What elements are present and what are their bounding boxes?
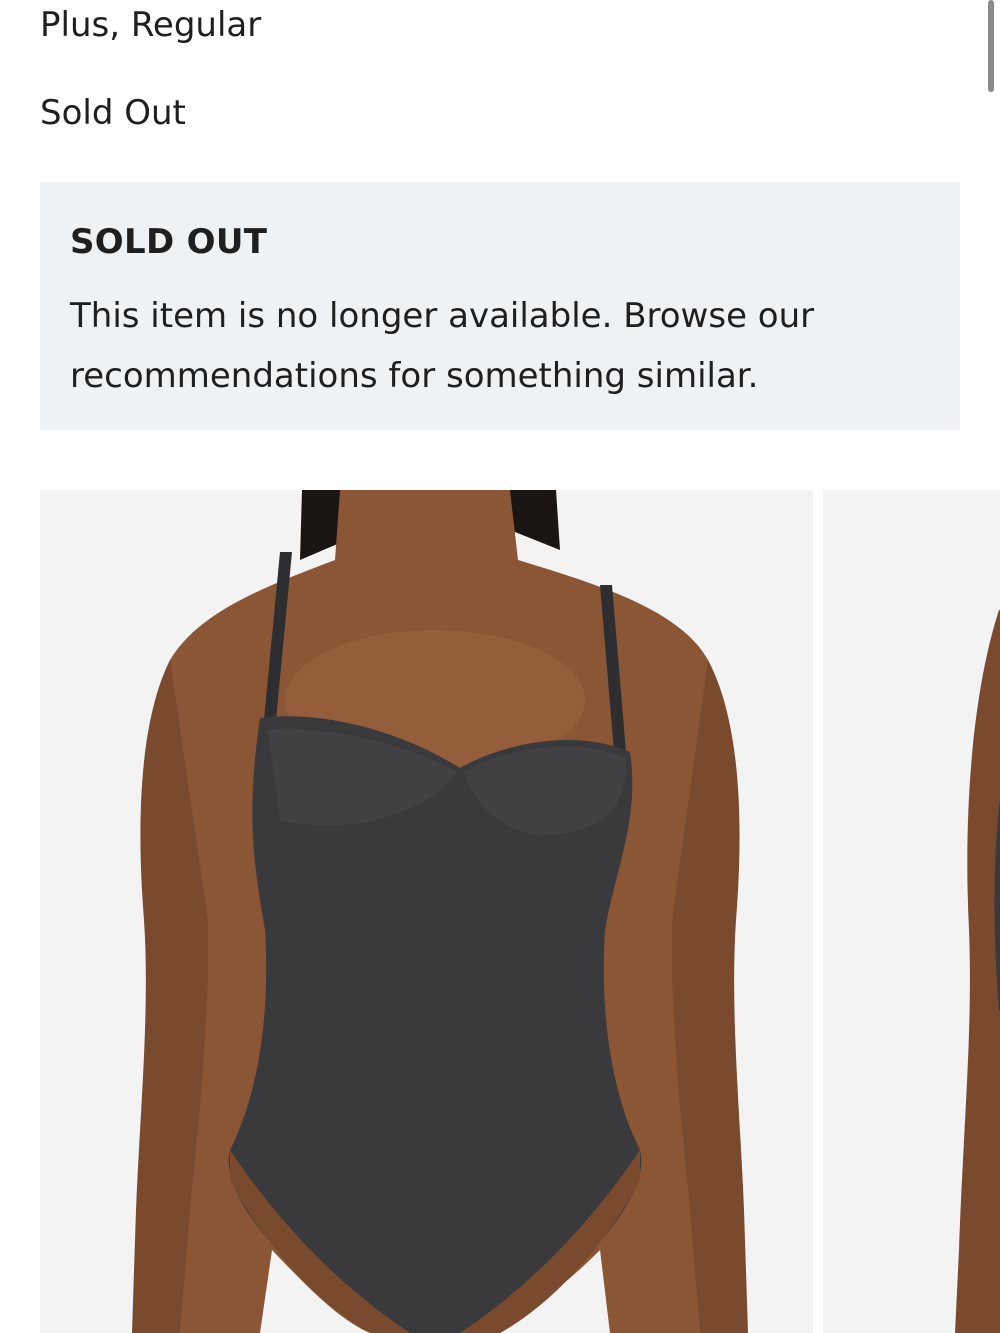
product-image-carousel[interactable] (40, 490, 1000, 1333)
sold-out-notice: SOLD OUT This item is no longer availabl… (40, 182, 960, 430)
scrollbar[interactable] (988, 0, 994, 92)
product-image-next[interactable] (823, 490, 1000, 1333)
product-image-main[interactable] (40, 490, 813, 1333)
product-photo-next (823, 490, 1000, 1333)
notice-message: This item is no longer available. Browse… (70, 296, 815, 396)
availability-status: Sold Out (40, 93, 186, 133)
product-photo (40, 490, 813, 1333)
notice-title: SOLD OUT (70, 222, 268, 262)
size-option-text: Plus, Regular (40, 5, 262, 45)
product-page: Plus, Regular Sold Out SOLD OUT This ite… (0, 0, 1000, 1333)
